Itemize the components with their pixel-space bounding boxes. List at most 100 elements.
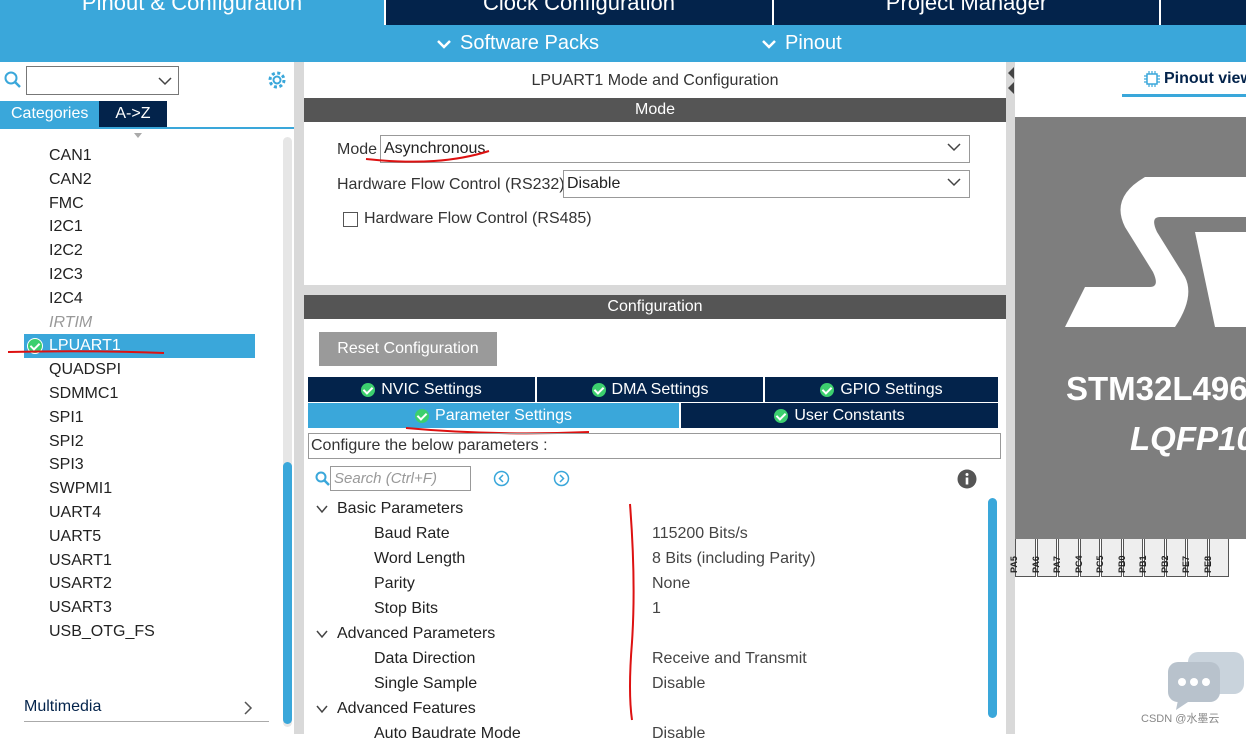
parameter-row[interactable]: Baud Rate 115200 Bits/s bbox=[304, 522, 984, 547]
search-icon bbox=[315, 471, 330, 486]
pinout-view-tab[interactable]: Pinout view bbox=[1122, 70, 1246, 97]
tab-dma-settings[interactable]: DMA Settings bbox=[537, 377, 765, 402]
configure-hint: Configure the below parameters : bbox=[308, 433, 1001, 459]
previous-match-icon[interactable] bbox=[493, 470, 510, 487]
hfc-rs232-value: Disable bbox=[567, 175, 621, 192]
peripheral-item[interactable]: SDMMC1 bbox=[0, 382, 282, 406]
panel-splitter[interactable] bbox=[1006, 62, 1015, 734]
peripheral-item[interactable]: FMC bbox=[0, 192, 282, 216]
category-multimedia[interactable]: Multimedia bbox=[24, 698, 269, 722]
peripheral-label: QUADSPI bbox=[49, 361, 122, 379]
configuration-section-header: Configuration bbox=[304, 295, 1006, 319]
parameter-value[interactable]: 115200 Bits/s bbox=[652, 525, 748, 543]
tab-label: NVIC Settings bbox=[381, 380, 482, 398]
info-icon[interactable] bbox=[957, 469, 977, 489]
pin[interactable]: PE8 bbox=[1203, 539, 1229, 577]
peripheral-label: SPI2 bbox=[49, 432, 84, 450]
tab-pinout-configuration[interactable]: Pinout & Configuration bbox=[0, 0, 384, 25]
peripheral-item[interactable]: I2C3 bbox=[0, 263, 282, 287]
parameter-row[interactable]: Parity None bbox=[304, 572, 984, 597]
peripheral-item[interactable]: I2C1 bbox=[0, 215, 282, 239]
peripheral-item[interactable]: SPI2 bbox=[0, 430, 282, 454]
parameter-value[interactable]: 8 Bits (including Parity) bbox=[652, 550, 816, 568]
pin-label: PB0 bbox=[1116, 555, 1127, 573]
parameter-row[interactable]: Auto Baudrate Mode Disable bbox=[304, 722, 984, 747]
peripheral-label: CAN1 bbox=[49, 147, 92, 164]
pinout-panel: Pinout view STM32L496 LQFP10 PA5 PA6 PA7 PC… bbox=[1009, 62, 1246, 734]
peripheral-label: SPI1 bbox=[49, 408, 84, 426]
chevron-down-icon bbox=[947, 143, 961, 152]
peripheral-item[interactable]: I2C4 bbox=[0, 287, 282, 311]
search-icon[interactable] bbox=[4, 71, 22, 89]
peripheral-item[interactable]: SWPMI1 bbox=[0, 477, 282, 501]
tab-user-constants[interactable]: User Constants bbox=[681, 403, 998, 428]
tab-categories[interactable]: Categories bbox=[0, 101, 100, 127]
parameter-row[interactable]: Word Length 8 Bits (including Parity) bbox=[304, 547, 984, 572]
peripheral-item[interactable]: USART1 bbox=[0, 549, 282, 573]
hfc-rs232-select[interactable]: Disable bbox=[563, 170, 970, 198]
tab-tools[interactable] bbox=[1161, 0, 1246, 25]
parameter-group[interactable]: Basic Parameters bbox=[304, 497, 984, 522]
peripheral-item[interactable]: IRTIM bbox=[0, 311, 282, 335]
peripheral-label: FMC bbox=[49, 194, 84, 212]
tab-project-manager[interactable]: Project Manager bbox=[774, 0, 1159, 25]
hfc-rs485-label: Hardware Flow Control (RS485) bbox=[364, 210, 592, 227]
chat-bubble-icon[interactable] bbox=[1166, 650, 1246, 712]
tab-a-z[interactable]: A->Z bbox=[99, 101, 167, 127]
gear-icon[interactable] bbox=[266, 69, 288, 91]
pin-label: PA5 bbox=[1009, 556, 1019, 573]
tab-clock-configuration[interactable]: Clock Configuration bbox=[386, 0, 772, 25]
reset-configuration-button[interactable]: Reset Configuration bbox=[319, 332, 497, 366]
collapse-arrow-icon[interactable] bbox=[1007, 66, 1015, 96]
peripheral-item[interactable]: SPI1 bbox=[0, 406, 282, 430]
parameter-row[interactable]: Single Sample Disable bbox=[304, 672, 984, 697]
parameter-value[interactable]: Receive and Transmit bbox=[652, 650, 807, 668]
peripheral-item[interactable]: CAN1 bbox=[0, 144, 282, 168]
parameter-name: Word Length bbox=[374, 550, 466, 567]
peripheral-item[interactable]: USART3 bbox=[0, 596, 282, 620]
parameter-value[interactable]: 1 bbox=[652, 600, 661, 618]
hfc-rs232-label: Hardware Flow Control (RS232) bbox=[337, 176, 565, 193]
peripheral-item[interactable]: I2C2 bbox=[0, 239, 282, 263]
left-panel: Categories A->Z CAN1 CAN2 FMC I2C1 I2C2 I2C3 I… bbox=[0, 62, 294, 734]
parameter-value[interactable]: Disable bbox=[652, 725, 705, 743]
parameter-value[interactable]: None bbox=[652, 575, 690, 593]
hfc-rs485-checkbox[interactable] bbox=[343, 212, 358, 227]
panel-splitter[interactable] bbox=[294, 62, 304, 734]
chevron-down-icon bbox=[437, 39, 451, 49]
scrollbar-thumb[interactable] bbox=[283, 462, 292, 724]
peripheral-item[interactable]: USB_OTG_FS bbox=[0, 620, 282, 644]
peripheral-item[interactable]: CAN2 bbox=[0, 168, 282, 192]
check-icon bbox=[774, 408, 789, 423]
parameter-group[interactable]: Advanced Parameters bbox=[304, 622, 984, 647]
peripheral-label: UART5 bbox=[49, 527, 102, 545]
peripheral-item[interactable]: QUADSPI bbox=[0, 358, 282, 382]
tab-nvic-settings[interactable]: NVIC Settings bbox=[308, 377, 537, 402]
peripheral-label: SPI3 bbox=[49, 456, 84, 474]
next-match-icon[interactable] bbox=[553, 470, 570, 487]
parameter-search-input[interactable]: Search (Ctrl+F) bbox=[330, 466, 471, 491]
peripheral-item[interactable]: UART4 bbox=[0, 501, 282, 525]
pinout-menu[interactable]: Pinout bbox=[761, 32, 842, 55]
parameter-name: Single Sample bbox=[374, 675, 478, 692]
category-search-combo[interactable] bbox=[26, 66, 179, 95]
parameter-name: Data Direction bbox=[374, 650, 476, 667]
peripheral-item[interactable]: USART2 bbox=[0, 572, 282, 596]
tab-gpio-settings[interactable]: GPIO Settings bbox=[765, 377, 998, 402]
group-label: Advanced Features bbox=[337, 700, 476, 717]
software-packs-label: Software Packs bbox=[460, 32, 599, 54]
pin-label: PC4 bbox=[1073, 555, 1084, 573]
scroll-up-arrow-icon[interactable] bbox=[133, 132, 143, 140]
software-packs-menu[interactable]: Software Packs bbox=[436, 32, 599, 55]
parameter-row[interactable]: Stop Bits 1 bbox=[304, 597, 984, 622]
parameter-group[interactable]: Advanced Features bbox=[304, 697, 984, 722]
scrollbar-thumb[interactable] bbox=[988, 498, 997, 718]
parameter-row[interactable]: Data Direction Receive and Transmit bbox=[304, 647, 984, 672]
chip-name: STM32L496 bbox=[1066, 370, 1246, 407]
peripheral-item[interactable]: UART5 bbox=[0, 525, 282, 549]
parameter-value[interactable]: Disable bbox=[652, 675, 705, 693]
chevron-down-icon bbox=[158, 77, 172, 86]
tab-label: User Constants bbox=[794, 406, 905, 424]
peripheral-item[interactable]: SPI3 bbox=[0, 453, 282, 477]
peripheral-list: CAN1 CAN2 FMC I2C1 I2C2 I2C3 I2C4 IRTIM LPUART1 Q… bbox=[0, 144, 282, 644]
